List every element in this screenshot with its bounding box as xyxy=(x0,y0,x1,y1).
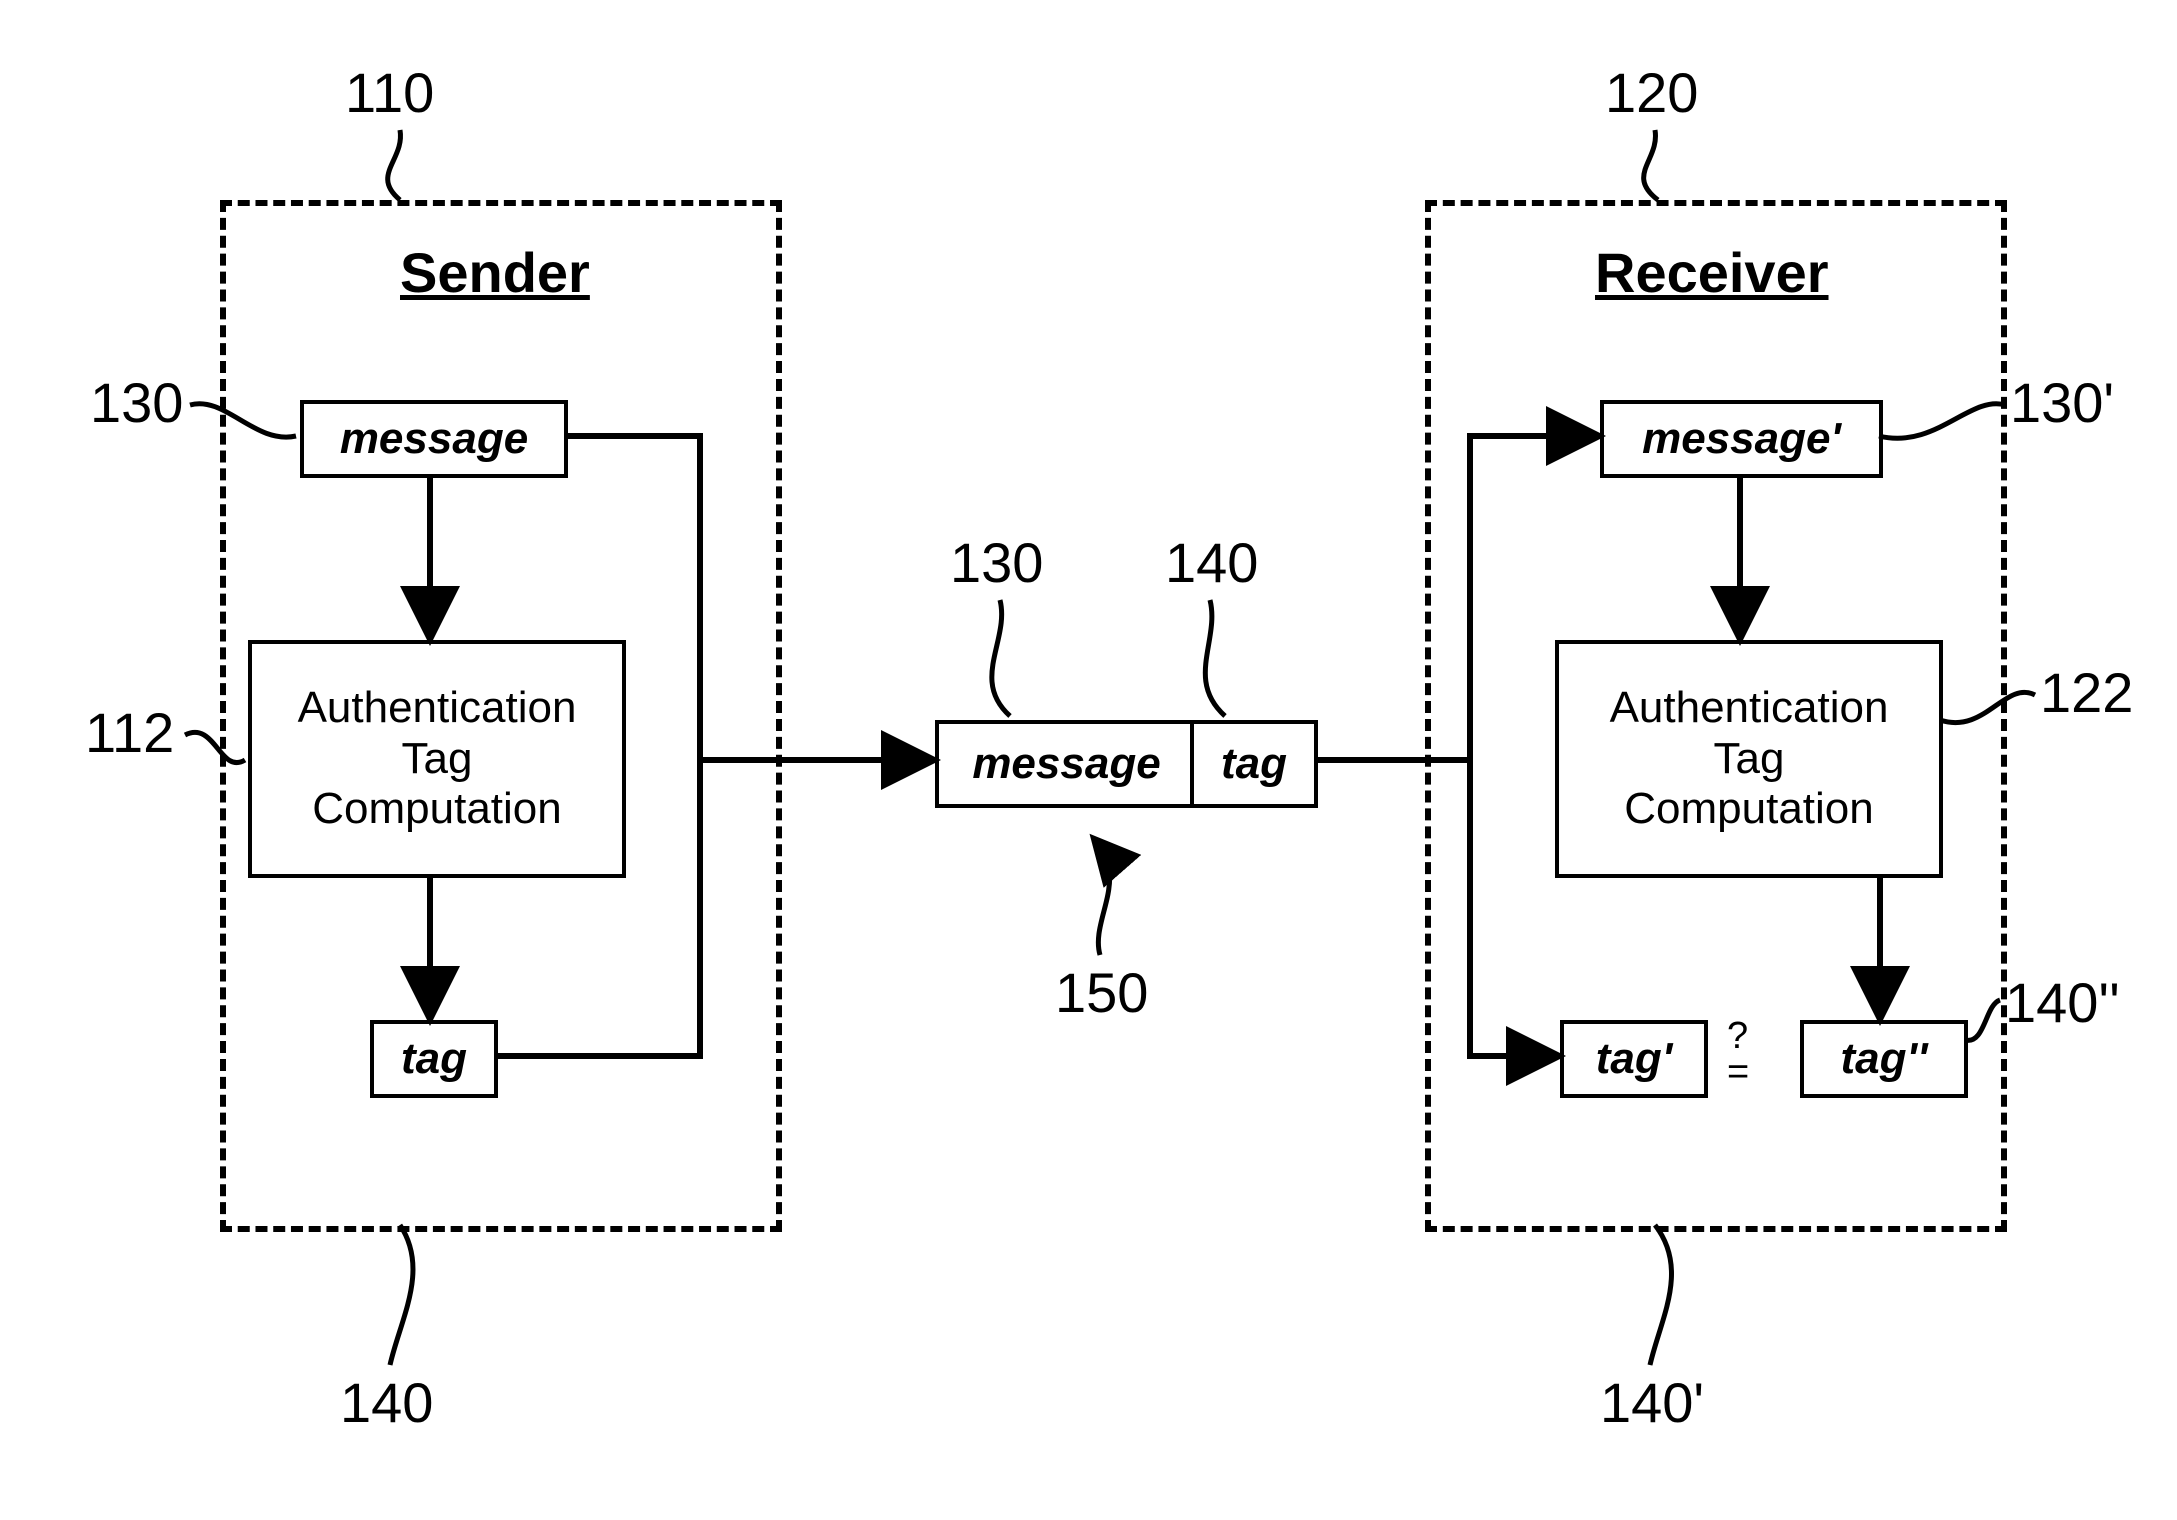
ref-120: 120 xyxy=(1605,60,1698,125)
packet-message-box: message xyxy=(935,720,1198,808)
sender-title: Sender xyxy=(400,240,590,305)
ref-140pp: 140'' xyxy=(2005,970,2120,1035)
ref-130-sender: 130 xyxy=(90,370,183,435)
receiver-tagdouble-box: tag'' xyxy=(1800,1020,1968,1098)
ref-140-packet: 140 xyxy=(1165,530,1258,595)
ref-112: 112 xyxy=(85,700,174,765)
compare-symbol: ? = xyxy=(1727,1018,1749,1090)
sender-tag-box: tag xyxy=(370,1020,498,1098)
ref-122: 122 xyxy=(2040,660,2133,725)
ref-130p: 130' xyxy=(2010,370,2114,435)
ref-130-packet: 130 xyxy=(950,530,1043,595)
diagram-canvas: Sender Receiver message Authentication T… xyxy=(0,0,2177,1520)
ref-140-sender: 140 xyxy=(340,1370,433,1435)
receiver-tagprime-box: tag' xyxy=(1560,1020,1708,1098)
ref-150: 150 xyxy=(1055,960,1148,1025)
ref-110: 110 xyxy=(345,60,434,125)
receiver-message-box: message' xyxy=(1600,400,1883,478)
sender-message-box: message xyxy=(300,400,568,478)
receiver-title: Receiver xyxy=(1595,240,1829,305)
sender-auth-box: Authentication Tag Computation xyxy=(248,640,626,878)
ref-140p: 140' xyxy=(1600,1370,1704,1435)
receiver-auth-box: Authentication Tag Computation xyxy=(1555,640,1943,878)
packet-tag-box: tag xyxy=(1190,720,1318,808)
